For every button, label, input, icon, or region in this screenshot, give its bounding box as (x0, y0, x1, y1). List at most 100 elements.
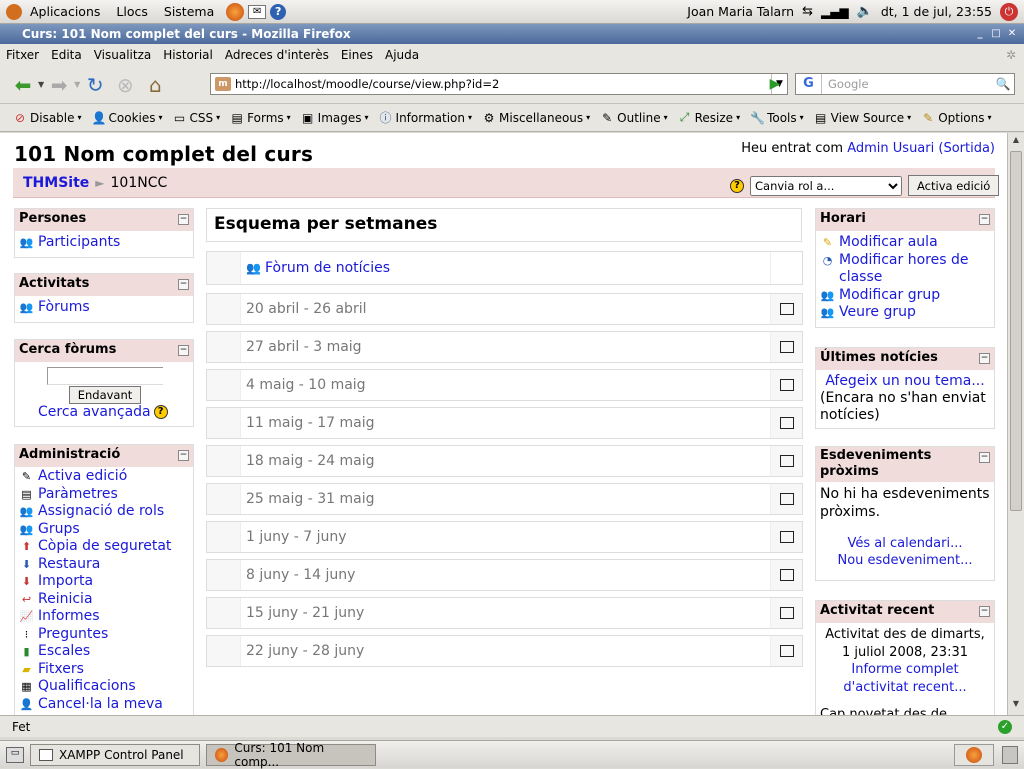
week-toggle-checkbox[interactable] (779, 607, 794, 619)
close-icon[interactable]: ✕ (1006, 28, 1018, 40)
reload-button[interactable]: ↻ (80, 70, 110, 100)
menu-aplicacions[interactable]: Aplicacions (22, 4, 108, 19)
schedule-link[interactable]: Modificar hores de classe (839, 252, 990, 287)
webdev-tools[interactable]: 🔧 Tools ▾ (745, 111, 809, 125)
home-button[interactable]: ⌂ (140, 70, 170, 100)
firefox-launcher-icon[interactable] (226, 2, 245, 21)
forums-link[interactable]: Fòrums (38, 299, 90, 317)
add-topic-link[interactable]: Afegeix un nou tema... (825, 373, 984, 389)
admin-link[interactable]: Importa (38, 573, 93, 591)
vertical-scrollbar[interactable]: ▲ ▼ (1007, 133, 1024, 715)
webdev-disable[interactable]: ⊘ Disable ▾ (8, 111, 87, 125)
webdev-miscellaneous[interactable]: ⚙ Miscellaneous ▾ (477, 111, 595, 125)
menu-edita[interactable]: Edita (45, 48, 88, 62)
stop-button[interactable]: ⊗ (110, 70, 140, 100)
menu-llocs[interactable]: Llocs (108, 4, 155, 19)
menu-ajuda[interactable]: Ajuda (379, 48, 425, 62)
help-icon[interactable]: ? (730, 178, 744, 193)
user-name[interactable]: Joan Maria Talarn (687, 4, 794, 19)
admin-link[interactable]: Reinicia (38, 591, 93, 609)
schedule-link[interactable]: Modificar aula (839, 234, 938, 252)
week-toggle-checkbox[interactable] (779, 341, 794, 353)
admin-link[interactable]: Restaura (38, 556, 100, 574)
go-button[interactable]: ▶ (764, 73, 786, 95)
webdev-forms[interactable]: ▤ Forms ▾ (225, 111, 296, 125)
admin-link[interactable]: Cancel·la la meva (38, 696, 163, 714)
collapse-icon[interactable]: − (178, 345, 189, 356)
network-icon[interactable]: ⇆ (802, 4, 813, 19)
search-bar[interactable]: G Google 🔍 (795, 73, 1015, 95)
collapse-icon[interactable]: − (979, 214, 990, 225)
search-go-button[interactable]: Endavant (69, 386, 141, 404)
webdev-cookies[interactable]: 👤 Cookies ▾ (87, 111, 168, 125)
admin-link[interactable]: Escales (38, 643, 90, 661)
admin-link[interactable]: Informes (38, 608, 100, 626)
show-desktop-icon[interactable]: ▭ (6, 746, 24, 763)
help-launcher-icon[interactable]: ? (270, 3, 287, 20)
volume-icon[interactable]: 🔈 (857, 4, 873, 19)
schedule-link[interactable]: Veure grup (839, 304, 916, 322)
scroll-down-icon[interactable]: ▼ (1010, 699, 1022, 713)
power-icon[interactable]: ⏻ (1000, 2, 1018, 21)
help-icon[interactable]: ? (153, 405, 168, 419)
admin-link[interactable]: Paràmetres (38, 486, 118, 504)
collapse-icon[interactable]: − (979, 606, 990, 617)
webdev-outline[interactable]: ✎ Outline ▾ (595, 111, 672, 125)
admin-link[interactable]: Grups (38, 521, 80, 539)
week-toggle-checkbox[interactable] (779, 455, 794, 467)
webdev-css[interactable]: ▭ CSS ▾ (168, 111, 226, 125)
menu-eines[interactable]: Eines (335, 48, 379, 62)
week-toggle-checkbox[interactable] (779, 569, 794, 581)
ubuntu-logo-icon[interactable] (6, 3, 22, 20)
signal-icon[interactable]: ▂▄▆ (821, 5, 849, 19)
week-toggle-checkbox[interactable] (779, 493, 794, 505)
menu-historial[interactable]: Historial (157, 48, 219, 62)
clock[interactable]: dt, 1 de jul, 23:55 (881, 4, 992, 19)
tray-firefox-icon[interactable] (954, 743, 994, 766)
admin-link[interactable]: Qualificacions (38, 678, 136, 696)
webdev-resize[interactable]: ⤢ Resize ▾ (673, 110, 745, 125)
url-text[interactable]: http://localhost/moodle/course/view.php?… (235, 77, 499, 91)
minimize-icon[interactable]: _ (974, 28, 986, 40)
scroll-up-icon[interactable]: ▲ (1010, 135, 1022, 149)
collapse-icon[interactable]: − (178, 450, 189, 461)
webdev-information[interactable]: ⓘ Information ▾ (374, 109, 477, 126)
status-ok-icon[interactable]: ✓ (998, 719, 1012, 734)
calendar-link[interactable]: Vés al calendari... (847, 536, 962, 551)
logout-link[interactable]: (Sortida) (938, 141, 995, 156)
webdev-view-source[interactable]: ▤ View Source ▾ (809, 111, 917, 125)
window-titlebar[interactable]: Curs: 101 Nom complet del curs - Mozilla… (0, 24, 1024, 44)
news-forum-link[interactable]: Fòrum de notícies (265, 260, 390, 276)
admin-link[interactable]: Preguntes (38, 626, 108, 644)
week-toggle-checkbox[interactable] (779, 417, 794, 429)
week-toggle-checkbox[interactable] (779, 303, 794, 315)
search-forums-input[interactable] (47, 367, 163, 385)
schedule-link[interactable]: Modificar grup (839, 287, 940, 305)
week-toggle-checkbox[interactable] (779, 379, 794, 391)
admin-link[interactable]: Assignació de rols (38, 503, 164, 521)
search-engine-icon[interactable]: G (796, 74, 822, 94)
breadcrumb-site-link[interactable]: THMSite (13, 175, 89, 191)
edit-mode-button[interactable]: Activa edició (908, 175, 1000, 196)
menu-sistema[interactable]: Sistema (156, 4, 222, 19)
week-toggle-checkbox[interactable] (779, 531, 794, 543)
collapse-icon[interactable]: − (178, 214, 189, 225)
url-bar[interactable]: m http://localhost/moodle/course/view.ph… (210, 73, 788, 95)
new-event-link[interactable]: Nou esdeveniment... (837, 553, 972, 568)
collapse-icon[interactable]: − (178, 279, 189, 290)
collapse-icon[interactable]: − (979, 353, 990, 364)
menu-visualitza[interactable]: Visualitza (88, 48, 158, 62)
webdev-options[interactable]: ✎ Options ▾ (916, 111, 996, 125)
admin-link[interactable]: Activa edició (38, 468, 127, 486)
scrollbar-thumb[interactable] (1010, 151, 1022, 511)
mail-launcher-icon[interactable]: ✉ (248, 4, 267, 19)
admin-link[interactable]: Còpia de seguretat (38, 538, 171, 556)
maximize-icon[interactable]: □ (990, 28, 1002, 40)
menu-fitxer[interactable]: Fitxer (0, 48, 45, 62)
menu-adreces[interactable]: Adreces d'interès (219, 48, 335, 62)
search-input[interactable]: Google (822, 77, 992, 91)
search-icon[interactable]: 🔍 (992, 77, 1014, 91)
forward-button[interactable]: ➡ (44, 70, 74, 100)
back-button[interactable]: ⬅ (8, 70, 38, 100)
week-toggle-checkbox[interactable] (779, 645, 794, 657)
